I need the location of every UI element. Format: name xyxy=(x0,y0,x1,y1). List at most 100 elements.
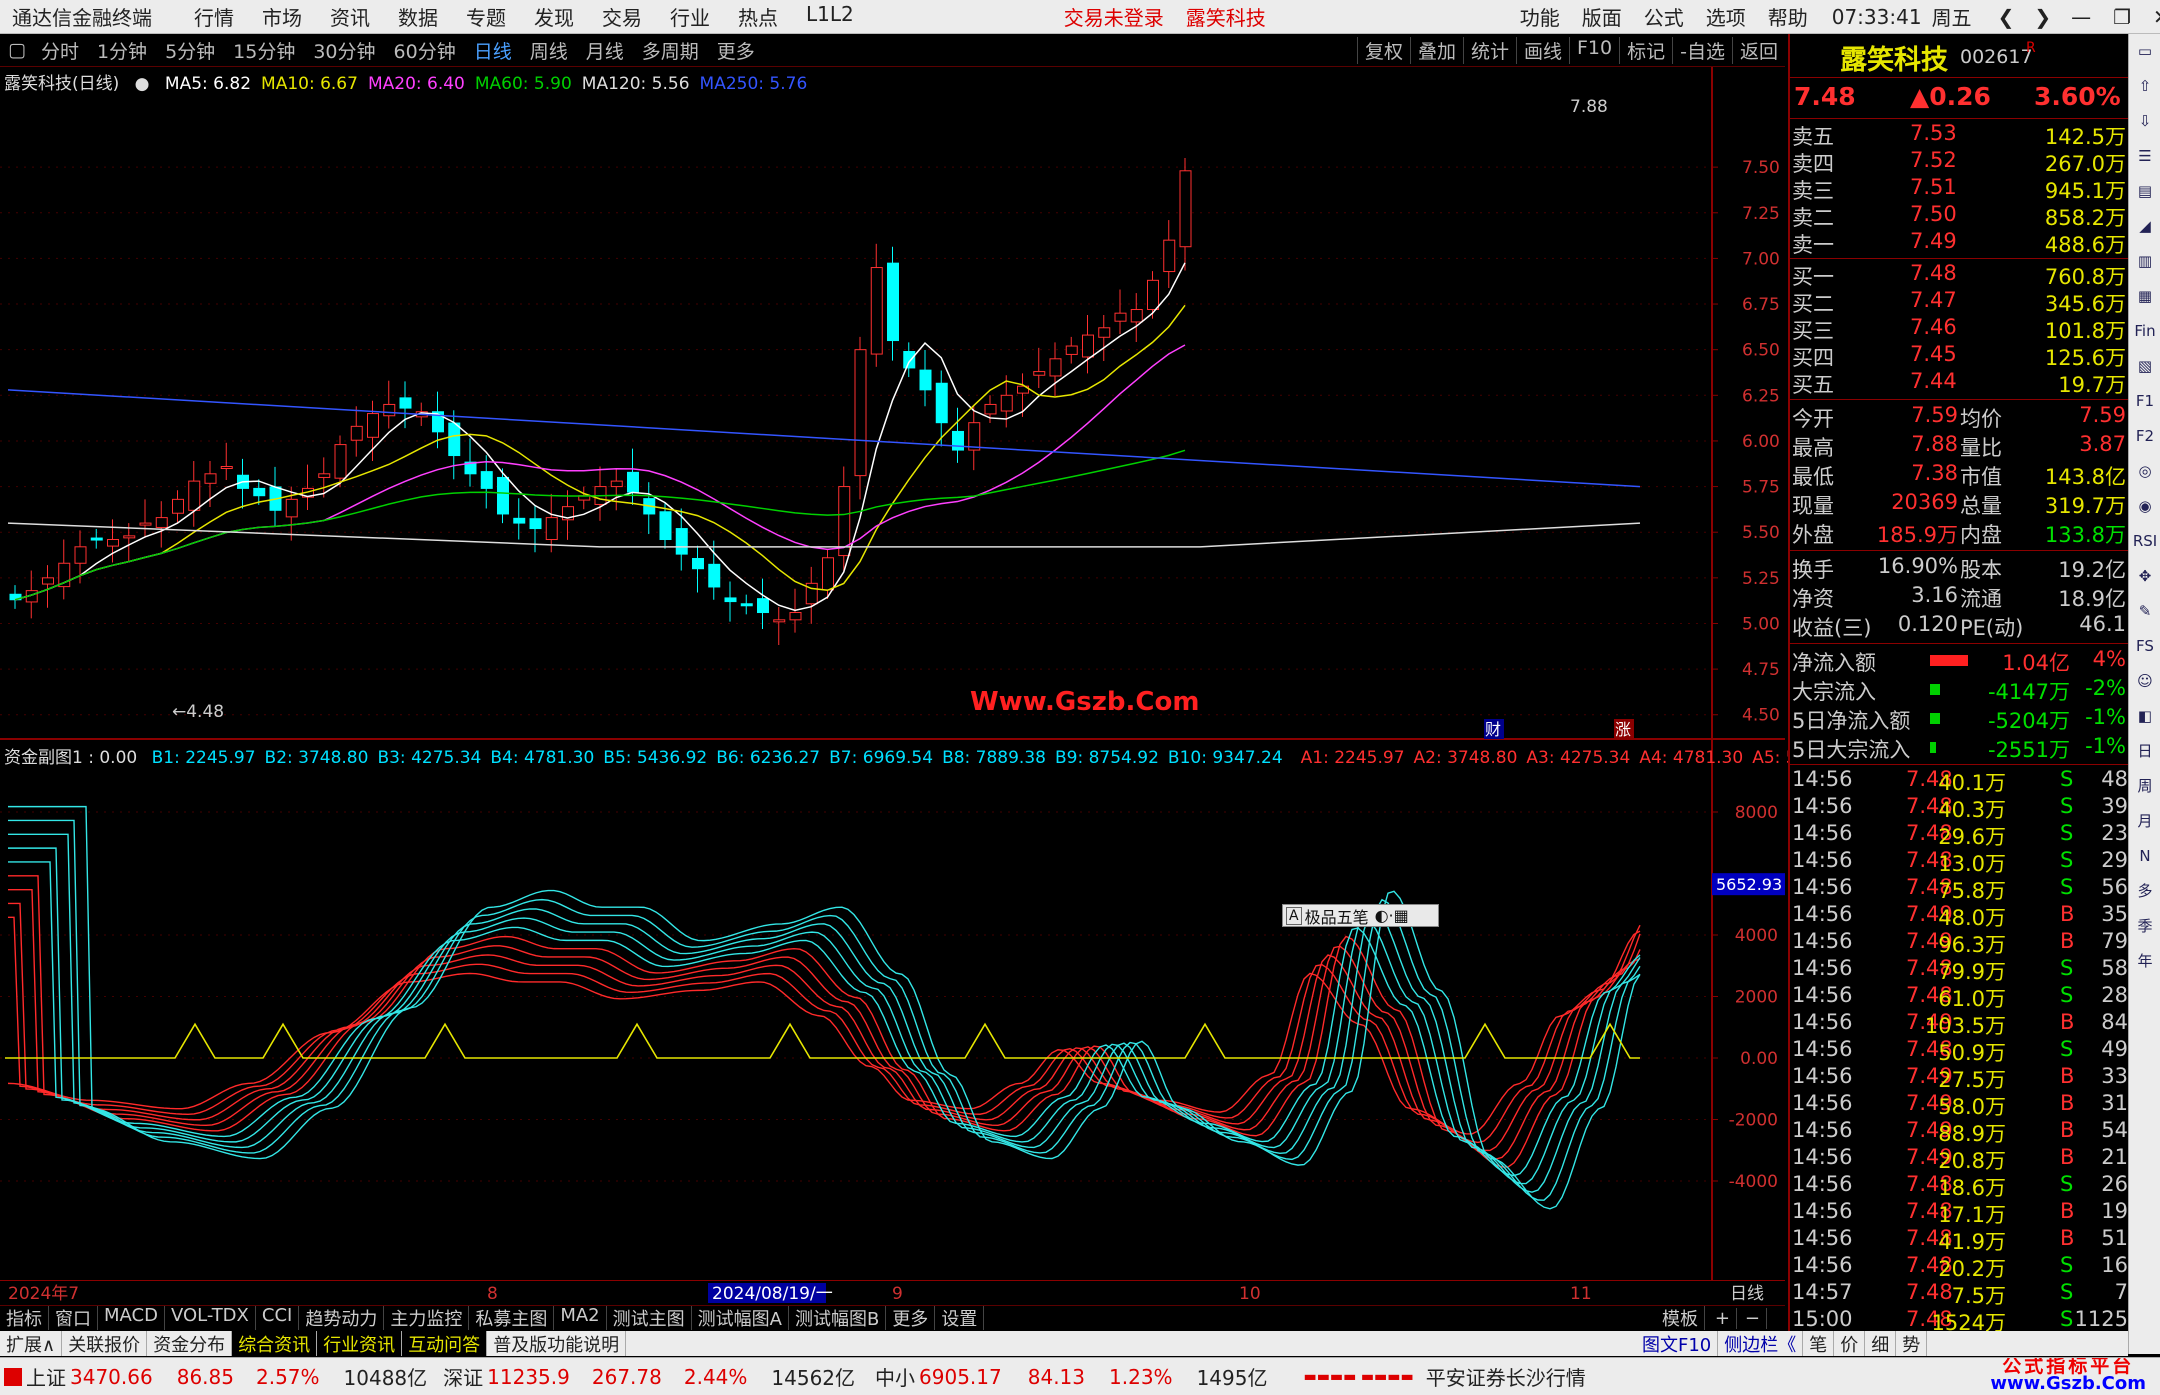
side-tool-icon[interactable]: ◧ xyxy=(2130,702,2160,732)
restore-icon[interactable]: ❐ xyxy=(2113,5,2131,29)
side-tool-icon[interactable]: F2 xyxy=(2130,422,2160,452)
toolbar-button[interactable]: 标记 xyxy=(1619,36,1672,64)
fund-flow-chart[interactable]: 8000 4000 2000 0.00 -2000 -4000 5652.93 xyxy=(0,740,1785,1280)
indicator-tab[interactable]: 设置 xyxy=(935,1306,985,1330)
side-tool-icon[interactable]: 年 xyxy=(2130,947,2160,977)
bid-row[interactable]: 买四 7.45 125.6万 xyxy=(1790,342,2130,370)
side-tool-icon[interactable]: Fin xyxy=(2130,317,2160,347)
bid-row[interactable]: 买二 7.47 345.6万 xyxy=(1790,288,2130,316)
period-tab[interactable]: 60分钟 xyxy=(387,37,463,64)
indicator-tab[interactable]: MACD xyxy=(98,1306,165,1330)
side-tool-icon[interactable]: FS xyxy=(2130,632,2160,662)
indicator-tab[interactable]: 测试主图 xyxy=(607,1306,692,1330)
period-tab[interactable]: 5分钟 xyxy=(158,37,222,64)
indicator-tab[interactable]: VOL-TDX xyxy=(165,1306,256,1330)
right-menu-item[interactable]: 功能 xyxy=(1520,2,1560,31)
period-tab[interactable]: 1分钟 xyxy=(90,37,154,64)
close-icon[interactable]: ✕ xyxy=(2153,5,2160,29)
side-tool-icon[interactable]: ☺ xyxy=(2130,667,2160,697)
minimize-icon[interactable]: — xyxy=(2071,5,2091,29)
side-tool-icon[interactable]: 日 xyxy=(2130,737,2160,767)
side-tool-icon[interactable]: N xyxy=(2130,842,2160,872)
side-tool-icon[interactable]: ◢ xyxy=(2130,212,2160,242)
sz-index[interactable]: 深证 xyxy=(443,1362,483,1391)
period-tab[interactable]: 周线 xyxy=(523,37,575,64)
side-tool-icon[interactable]: ▦ xyxy=(2130,282,2160,312)
bid-row[interactable]: 买三 7.46 101.8万 xyxy=(1790,315,2130,343)
indicator-tab[interactable]: 更多 xyxy=(886,1306,936,1330)
info-tab[interactable]: 扩展∧ xyxy=(0,1331,63,1356)
zoom-out-icon[interactable]: − xyxy=(1739,1307,1767,1329)
side-tool-icon[interactable]: RSI xyxy=(2130,527,2160,557)
side-tool-icon[interactable]: 月 xyxy=(2130,807,2160,837)
menu-item[interactable]: 热点 xyxy=(738,2,778,31)
sh-index[interactable]: 上证 xyxy=(26,1362,66,1391)
period-tab[interactable]: 日线 xyxy=(467,37,519,64)
indicator-tab[interactable]: CCI xyxy=(256,1306,300,1330)
period-tab[interactable]: 30分钟 xyxy=(306,37,382,64)
period-tab[interactable]: 多周期 xyxy=(635,37,706,64)
template-button[interactable]: 模板 xyxy=(1656,1306,1705,1330)
side-tool-icon[interactable]: 季 xyxy=(2130,912,2160,942)
side-tool-icon[interactable]: F1 xyxy=(2130,387,2160,417)
side-tool-icon[interactable]: ✥ xyxy=(2130,562,2160,592)
ask-row[interactable]: 卖三 7.51 945.1万 xyxy=(1790,175,2130,203)
panel-tab[interactable]: 笔 xyxy=(1803,1331,1835,1356)
ask-row[interactable]: 卖四 7.52 267.0万 xyxy=(1790,148,2130,176)
indicator-tab[interactable]: 指标 xyxy=(0,1306,49,1330)
side-tool-icon[interactable]: ▥ xyxy=(2130,247,2160,277)
menu-item[interactable]: 行情 xyxy=(194,2,234,31)
side-tool-icon[interactable]: ◉ xyxy=(2130,492,2160,522)
indicator-tab[interactable]: 测试幅图A xyxy=(692,1306,789,1330)
toolbar-button[interactable]: -自选 xyxy=(1672,36,1732,64)
ask-row[interactable]: 卖五 7.53 142.5万 xyxy=(1790,121,2130,149)
info-tab[interactable]: 综合资讯 xyxy=(232,1331,318,1356)
bid-row[interactable]: 买五 7.44 19.7万 xyxy=(1790,369,2130,397)
side-tool-icon[interactable]: ☰ xyxy=(2130,142,2160,172)
side-tool-icon[interactable]: ◎ xyxy=(2130,457,2160,487)
right-menu-item[interactable]: 选项 xyxy=(1706,2,1746,31)
forward-icon[interactable]: ❯ xyxy=(2034,5,2051,29)
info-tab[interactable]: 关联报价 xyxy=(62,1331,148,1356)
menu-item[interactable]: 专题 xyxy=(466,2,506,31)
bid-row[interactable]: 买一 7.48 760.8万 xyxy=(1790,261,2130,289)
panel-tab[interactable]: 图文F10 xyxy=(1636,1331,1719,1356)
period-tab[interactable]: 分时 xyxy=(34,37,86,64)
right-menu-item[interactable]: 帮助 xyxy=(1768,2,1808,31)
period-tab[interactable]: 更多 xyxy=(710,37,762,64)
period-tab[interactable]: 15分钟 xyxy=(226,37,302,64)
info-tab[interactable]: 资金分布 xyxy=(147,1331,233,1356)
panel-tab[interactable]: 势 xyxy=(1896,1331,1928,1356)
toolbar-button[interactable]: 叠加 xyxy=(1409,36,1463,64)
indicator-tab[interactable]: 测试幅图B xyxy=(789,1306,887,1330)
info-tab[interactable]: 互动问答 xyxy=(402,1331,488,1356)
toolbar-button[interactable]: 复权 xyxy=(1356,36,1410,64)
side-tool-icon[interactable]: ▧ xyxy=(2130,352,2160,382)
menu-item[interactable]: 交易 xyxy=(602,2,642,31)
toolbar-button[interactable]: 统计 xyxy=(1462,36,1516,64)
side-tool-icon[interactable]: ▭ xyxy=(2130,37,2160,67)
panel-tab[interactable]: 侧边栏《 xyxy=(1718,1331,1804,1356)
side-tool-icon[interactable]: ✎ xyxy=(2130,597,2160,627)
menu-item[interactable]: 数据 xyxy=(398,2,438,31)
indicator-tab[interactable]: 窗口 xyxy=(49,1306,98,1330)
menu-item[interactable]: 资讯 xyxy=(330,2,370,31)
toolbar-button[interactable]: F10 xyxy=(1569,36,1619,64)
side-tool-icon[interactable]: ▤ xyxy=(2130,177,2160,207)
info-tab[interactable]: 行业资讯 xyxy=(317,1331,403,1356)
menu-item[interactable]: 发现 xyxy=(534,2,574,31)
period-tab[interactable]: 月线 xyxy=(579,37,631,64)
side-tool-icon[interactable]: 周 xyxy=(2130,772,2160,802)
toolbar-button[interactable]: 画线 xyxy=(1515,36,1569,64)
zoom-in-icon[interactable]: + xyxy=(1709,1307,1737,1329)
right-menu-item[interactable]: 公式 xyxy=(1644,2,1684,31)
right-menu-item[interactable]: 版面 xyxy=(1582,2,1622,31)
ask-row[interactable]: 卖二 7.50 858.2万 xyxy=(1790,202,2130,230)
panel-tab[interactable]: 价 xyxy=(1834,1331,1866,1356)
ask-row[interactable]: 卖一 7.49 488.6万 xyxy=(1790,229,2130,257)
menu-item[interactable]: 行业 xyxy=(670,2,710,31)
back-icon[interactable]: ❮ xyxy=(1998,5,2015,29)
panel-tab[interactable]: 细 xyxy=(1865,1331,1897,1356)
settings-icon[interactable]: ● xyxy=(135,74,150,94)
indicator-tab[interactable]: MA2 xyxy=(554,1306,607,1330)
